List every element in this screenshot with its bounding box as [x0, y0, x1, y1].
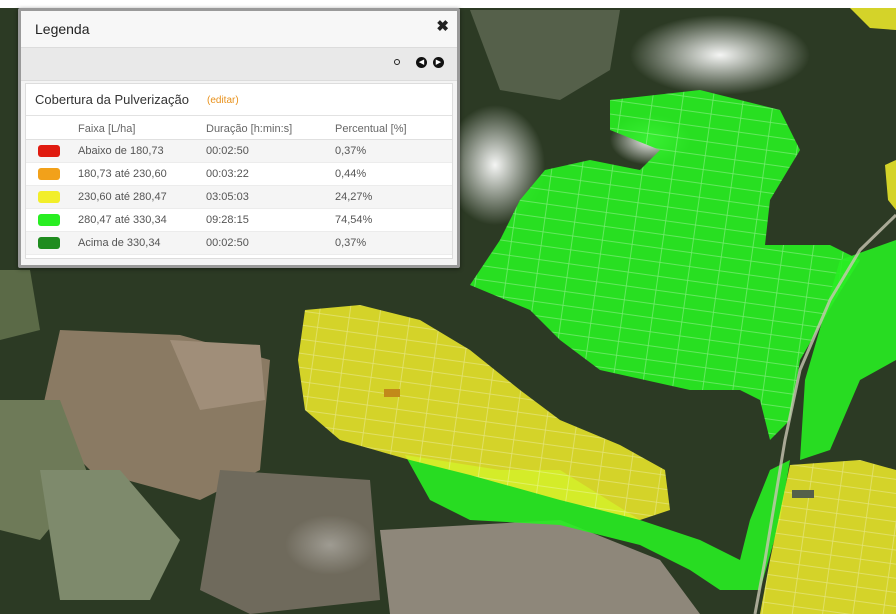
range-cell: 180,73 até 230,60: [78, 162, 206, 186]
panel-title: Cobertura da Pulverização: [35, 92, 189, 107]
swatch-cell: [26, 185, 78, 209]
legend-window: Legenda ✖ ◀ ▶ Cobertura da Pulverização …: [18, 8, 460, 268]
percent-column-header: Percentual [%]: [335, 119, 452, 140]
duration-cell: 00:02:50: [206, 139, 335, 163]
table-row: Acima de 330,34 00:02:50 0,37%: [26, 231, 452, 255]
duration-cell: 03:05:03: [206, 185, 335, 209]
duration-cell: 00:02:50: [206, 231, 335, 255]
legend-navbar: ◀ ▶: [21, 47, 457, 81]
table-row: Abaixo de 180,73 00:02:50 0,37%: [26, 139, 452, 163]
range-column-header: Faixa [L/ha]: [78, 119, 206, 140]
legend-title: Legenda: [35, 21, 90, 37]
table-header-row: Faixa [L/ha] Duração [h:min:s] Percentua…: [26, 119, 452, 140]
percent-cell: 0,37%: [335, 231, 452, 255]
legend-titlebar: Legenda ✖: [21, 11, 457, 47]
coverage-spot-orange: [384, 389, 400, 397]
color-swatch: [38, 214, 60, 227]
table-row: 230,60 até 280,47 03:05:03 24,27%: [26, 185, 452, 209]
range-cell: 280,47 até 330,34: [78, 208, 206, 232]
percent-cell: 74,54%: [335, 208, 452, 232]
swatch-column-header: [26, 119, 78, 140]
map-top-edge: [0, 0, 896, 8]
cloud: [285, 515, 375, 575]
duration-column-header: Duração [h:min:s]: [206, 119, 335, 140]
divider: [26, 115, 452, 116]
legend-table: Faixa [L/ha] Duração [h:min:s] Percentua…: [26, 119, 452, 255]
coverage-panel: Cobertura da Pulverização (editar) Faixa…: [25, 83, 453, 259]
range-cell: Abaixo de 180,73: [78, 139, 206, 163]
swatch-cell: [26, 139, 78, 163]
percent-cell: 24,27%: [335, 185, 452, 209]
color-swatch: [38, 168, 60, 181]
percent-cell: 0,37%: [335, 139, 452, 163]
close-icon[interactable]: ✖: [436, 17, 449, 35]
swatch-cell: [26, 208, 78, 232]
table-row: 180,73 até 230,60 00:03:22 0,44%: [26, 162, 452, 186]
swatch-cell: [26, 231, 78, 255]
swatch-cell: [26, 162, 78, 186]
coverage-spot-dark: [792, 490, 814, 498]
color-swatch: [38, 145, 60, 158]
table-row: 280,47 até 330,34 09:28:15 74,54%: [26, 208, 452, 232]
range-cell: 230,60 até 280,47: [78, 185, 206, 209]
cloud: [630, 15, 810, 95]
duration-cell: 00:03:22: [206, 162, 335, 186]
duration-cell: 09:28:15: [206, 208, 335, 232]
edit-link[interactable]: (editar): [207, 95, 239, 106]
dot-icon[interactable]: [394, 59, 400, 65]
color-swatch: [38, 191, 60, 204]
color-swatch: [38, 237, 60, 250]
chevron-left-icon[interactable]: ◀: [416, 57, 427, 68]
range-cell: Acima de 330,34: [78, 231, 206, 255]
chevron-right-icon[interactable]: ▶: [433, 57, 444, 68]
percent-cell: 0,44%: [335, 162, 452, 186]
